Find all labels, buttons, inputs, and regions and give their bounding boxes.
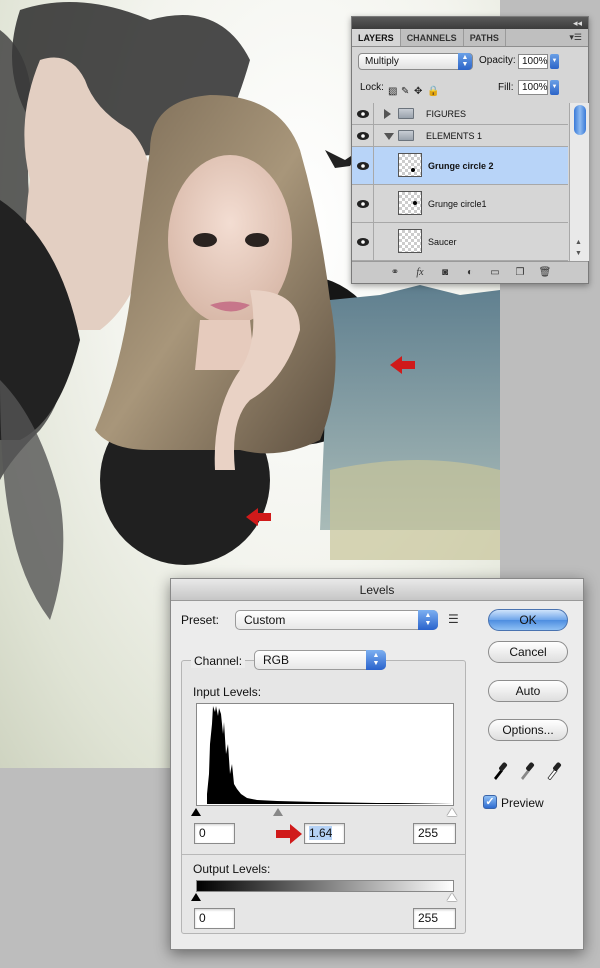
preset-value: Custom [244, 613, 286, 627]
lock-transparency-icon[interactable]: ▧ [388, 87, 398, 97]
lock-icons: ▧ ✎ ✥ 🔒 [388, 81, 440, 99]
opacity-field[interactable]: 100% [518, 54, 548, 69]
black-eyedropper-icon[interactable] [492, 760, 508, 780]
output-white-field[interactable]: 255 [413, 908, 456, 929]
fill-dropdown-icon[interactable]: ▼ [550, 80, 559, 95]
preview-checkbox[interactable]: ✓ [483, 795, 497, 809]
lock-paint-icon[interactable]: ✎ [401, 87, 411, 97]
panel-tabs: LAYERS CHANNELS PATHS ▾☰ [352, 29, 588, 47]
preset-options-icon[interactable]: ☰ [448, 612, 459, 626]
visibility-eye-icon[interactable] [352, 223, 374, 260]
channel-label: Channel: [191, 654, 246, 668]
adjustment-icon[interactable]: ◐ [463, 267, 477, 278]
output-levels-label: Output Levels: [193, 862, 271, 876]
select-arrows-icon: ▲ ▼ [458, 53, 472, 70]
divider [182, 854, 465, 855]
channel-value: RGB [263, 653, 290, 667]
input-gamma-slider[interactable] [273, 808, 283, 816]
folder-icon [398, 130, 414, 141]
output-gradient-bar [196, 880, 454, 892]
visibility-eye-icon[interactable] [352, 185, 374, 222]
input-gamma-field[interactable]: 1.64 [304, 823, 345, 844]
panel-menu-icon[interactable]: ▾☰ [569, 32, 582, 43]
white-eyedropper-icon[interactable] [546, 760, 562, 780]
input-white-field[interactable]: 255 [413, 823, 456, 844]
lock-all-icon[interactable]: 🔒 [427, 87, 439, 97]
ok-button[interactable]: OK [488, 609, 568, 631]
output-black-slider[interactable] [191, 893, 201, 901]
layer-thumbnail [398, 153, 422, 177]
histogram [196, 703, 454, 806]
collapse-icon[interactable]: ◂◂ [573, 17, 582, 29]
red-arrow-icon [276, 824, 302, 844]
folder-icon [398, 108, 414, 119]
cancel-button[interactable]: Cancel [488, 641, 568, 663]
layer-list: FIGURES ELEMENTS 1 Grunge circle 2 Grung… [352, 103, 568, 261]
channel-select[interactable]: RGB ▲ ▼ [254, 650, 386, 670]
input-black-slider[interactable] [191, 808, 201, 816]
visibility-eye-icon[interactable] [352, 103, 374, 124]
preview-label: Preview [501, 796, 544, 810]
layer-row-saucer[interactable]: Saucer [352, 223, 568, 261]
preset-select[interactable]: Custom ▲ ▼ [235, 610, 438, 630]
lock-label: Lock: [360, 82, 384, 93]
opacity-dropdown-icon[interactable]: ▼ [550, 54, 559, 69]
link-icon[interactable]: ⚭ [388, 267, 402, 278]
opacity-label: Opacity: [479, 55, 516, 66]
collapse-arrow-icon[interactable] [384, 133, 394, 140]
mask-icon[interactable]: ◙ [438, 267, 452, 278]
scroll-up-icon[interactable]: ▲ [575, 239, 582, 246]
histogram-graph [207, 706, 453, 804]
panel-titlebar[interactable]: ◂◂ [352, 17, 588, 29]
trash-icon[interactable]: 🗑 [538, 267, 552, 278]
layer-row-elements-1[interactable]: ELEMENTS 1 [352, 125, 568, 147]
lock-position-icon[interactable]: ✥ [414, 87, 424, 97]
fill-label: Fill: [498, 82, 514, 93]
layer-name: Grunge circle1 [428, 199, 487, 209]
output-black-field[interactable]: 0 [194, 908, 235, 929]
folder-icon[interactable]: ▭ [488, 267, 502, 278]
layer-name: Grunge circle 2 [428, 161, 494, 171]
new-layer-icon[interactable]: ❐ [513, 267, 527, 278]
options-button[interactable]: Options... [488, 719, 568, 741]
auto-button[interactable]: Auto [488, 680, 568, 702]
select-arrows-icon: ▲ ▼ [418, 610, 438, 630]
scroll-down-icon[interactable]: ▼ [575, 250, 582, 257]
layer-row-grunge-circle-2[interactable]: Grunge circle 2 [352, 147, 568, 185]
layer-thumbnail [398, 191, 422, 215]
tab-channels[interactable]: CHANNELS [401, 29, 464, 46]
layer-name: FIGURES [426, 109, 467, 119]
layers-footer: ⚭ fx ◙ ◐ ▭ ❐ 🗑 [352, 261, 588, 283]
layer-list-scrollbar[interactable]: ▲ ▼ [569, 103, 589, 261]
dialog-title[interactable]: Levels [171, 579, 583, 601]
layer-row-figures[interactable]: FIGURES [352, 103, 568, 125]
preset-label: Preset: [181, 613, 220, 627]
fx-icon[interactable]: fx [413, 267, 427, 278]
layer-name: ELEMENTS 1 [426, 131, 483, 141]
tab-paths[interactable]: PATHS [464, 29, 506, 46]
layer-name: Saucer [428, 237, 457, 247]
select-arrows-icon: ▲ ▼ [366, 650, 386, 670]
visibility-eye-icon[interactable] [352, 147, 374, 184]
scrollbar-thumb[interactable] [574, 105, 586, 135]
input-levels-label: Input Levels: [193, 685, 262, 699]
blend-mode-select[interactable]: Multiply ▲ ▼ [358, 53, 473, 70]
blend-mode-value: Multiply [365, 56, 399, 67]
layer-row-grunge-circle1[interactable]: Grunge circle1 [352, 185, 568, 223]
expand-arrow-icon[interactable] [384, 109, 391, 119]
output-white-slider[interactable] [447, 893, 457, 901]
visibility-eye-icon[interactable] [352, 125, 374, 146]
fill-field[interactable]: 100% [518, 80, 548, 95]
input-white-slider[interactable] [447, 808, 457, 816]
gray-eyedropper-icon[interactable] [519, 760, 535, 780]
input-gamma-value: 1.64 [309, 826, 333, 840]
tab-layers[interactable]: LAYERS [352, 29, 401, 46]
layer-thumbnail [398, 229, 422, 253]
layers-panel: ◂◂ LAYERS CHANNELS PATHS ▾☰ Multiply ▲ ▼ … [351, 16, 589, 284]
input-black-field[interactable]: 0 [194, 823, 235, 844]
